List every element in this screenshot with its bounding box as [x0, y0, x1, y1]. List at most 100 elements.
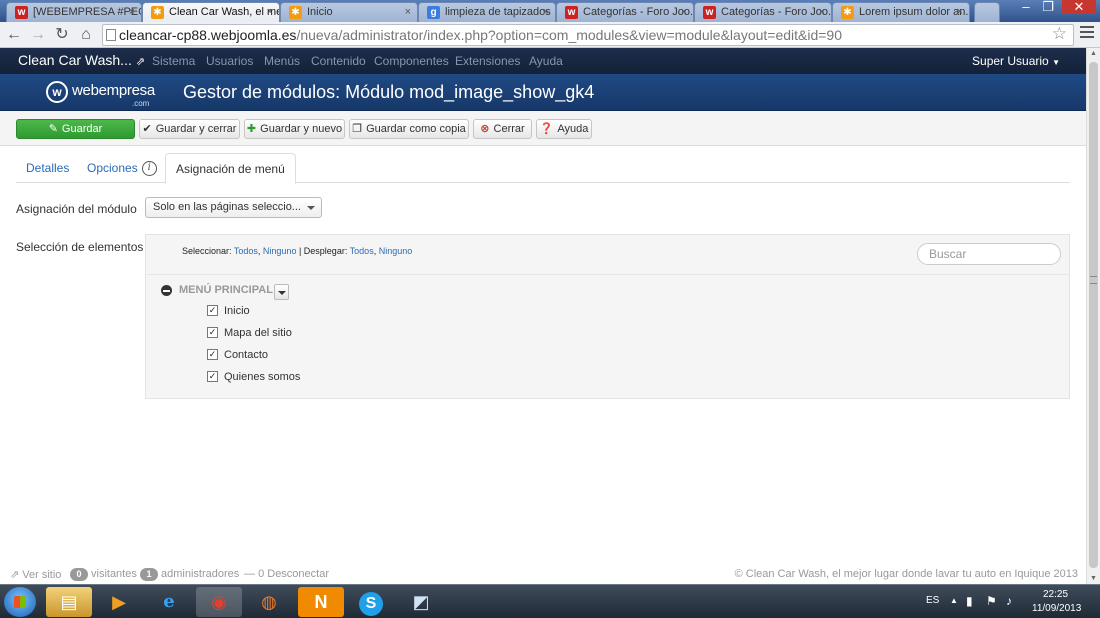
module-assignment-select[interactable]: Solo en las páginas seleccio...: [145, 197, 322, 218]
ie-taskbar-icon[interactable]: e: [146, 587, 192, 617]
save-close-button[interactable]: ✔ Guardar y cerrar: [139, 119, 240, 139]
close-tab-icon[interactable]: ×: [819, 3, 825, 21]
volume-icon[interactable]: ♪: [1006, 594, 1012, 608]
select-all-link[interactable]: Todos: [234, 246, 258, 256]
nav-item-usuarios[interactable]: Usuarios: [206, 54, 253, 68]
collapse-icon[interactable]: [161, 285, 172, 296]
browser-tab-label: Inicio: [307, 6, 333, 18]
external-link-icon: ⇗: [135, 56, 145, 68]
save-new-button[interactable]: ✚ Guardar y nuevo: [244, 119, 345, 139]
webempresa-favicon-icon: w: [703, 6, 716, 19]
new-tab-button[interactable]: [974, 2, 1000, 22]
chevron-down-icon: [307, 206, 315, 210]
browser-tab-strip: w [WEBEMPRESA #PEG... × ✱ Clean Car Wash…: [0, 0, 1100, 22]
logout-link[interactable]: — 0 Desconectar: [244, 568, 329, 580]
info-icon: i: [141, 161, 157, 177]
flag-icon[interactable]: ⚑: [986, 594, 997, 608]
save-button[interactable]: ✎ Guardar: [16, 119, 135, 139]
expand-none-link[interactable]: Ninguno: [379, 246, 413, 256]
expand-all-link[interactable]: Todos: [350, 246, 374, 256]
browser-tab-label: limpieza de tapizados: [445, 6, 551, 18]
select-none-link[interactable]: Ninguno: [263, 246, 297, 256]
scroll-down-arrow-icon[interactable]: ▼: [1090, 575, 1097, 582]
browser-toolbar: ← → ↻ ⌂ cleancar-cp88.webjoomla.es/nueva…: [0, 22, 1100, 48]
close-button[interactable]: ⊗ Cerrar: [473, 119, 532, 139]
nav-item-extensiones[interactable]: Extensiones: [455, 54, 520, 68]
start-button[interactable]: [4, 587, 36, 617]
reload-icon[interactable]: ↻: [52, 25, 72, 45]
site-brand-link[interactable]: Clean Car Wash... ⇗: [18, 52, 145, 68]
chrome-taskbar-icon[interactable]: ◉: [196, 587, 242, 617]
caret-down-icon: ▼: [1052, 58, 1060, 67]
copy-icon: ❐: [352, 123, 363, 135]
close-tab-icon[interactable]: ×: [681, 3, 687, 21]
module-assignment-label: Asignación del módulo: [16, 202, 137, 216]
media-player-taskbar-icon[interactable]: ▶: [96, 587, 142, 617]
close-tab-icon[interactable]: ×: [129, 3, 135, 21]
browser-tab[interactable]: ✱ Inicio ×: [280, 2, 418, 22]
browser-tab-label: Categorías - Foro Joo...: [721, 6, 832, 18]
close-tab-icon[interactable]: ×: [957, 3, 963, 21]
browser-tab[interactable]: w Categorías - Foro Joo... ×: [556, 2, 694, 22]
user-menu[interactable]: Super Usuario ▼: [972, 54, 1060, 68]
scroll-up-arrow-icon[interactable]: ▲: [1090, 50, 1097, 57]
network-icon[interactable]: ▮: [966, 594, 973, 608]
back-arrow-icon[interactable]: ←: [4, 25, 24, 45]
page-header: w webempresa .com Gestor de módulos: Mód…: [0, 74, 1086, 111]
minimize-window-icon[interactable]: –: [1014, 0, 1038, 14]
browser-tab[interactable]: ✱ Lorem ipsum dolor an... ×: [832, 2, 970, 22]
search-input[interactable]: Buscar: [917, 243, 1061, 265]
language-indicator[interactable]: ES: [926, 595, 939, 606]
edit-icon: ✎: [48, 123, 58, 135]
tab-details[interactable]: Detalles: [16, 153, 79, 183]
browser-tab-label: Lorem ipsum dolor an...: [859, 6, 970, 18]
firefox-taskbar-icon[interactable]: ◍: [246, 587, 292, 617]
clock-time[interactable]: 22:25: [1043, 589, 1068, 600]
tab-menu-assignment[interactable]: Asignación de menú: [165, 153, 296, 184]
checkbox[interactable]: ✓: [207, 305, 218, 316]
n-app-taskbar-icon[interactable]: N: [298, 587, 344, 617]
selection-controls: Seleccionar: Todos, Ninguno | Desplegar:…: [182, 246, 413, 256]
nav-item-ayuda[interactable]: Ayuda: [529, 54, 563, 68]
browser-tab[interactable]: g limpieza de tapizados ×: [418, 2, 556, 22]
browser-tab[interactable]: w Categorías - Foro Joo... ×: [694, 2, 832, 22]
skype-taskbar-icon[interactable]: S: [348, 587, 394, 617]
checkbox[interactable]: ✓: [207, 327, 218, 338]
scrollbar-thumb[interactable]: [1089, 62, 1098, 568]
tab-options[interactable]: Opciones i: [77, 153, 167, 183]
close-tab-icon[interactable]: ×: [267, 3, 273, 21]
close-tab-icon[interactable]: ×: [405, 3, 411, 21]
browser-menu-icon[interactable]: [1080, 26, 1094, 42]
maximize-window-icon[interactable]: ❐: [1036, 0, 1060, 14]
browser-tab-active[interactable]: ✱ Clean Car Wash, el me... ×: [142, 2, 280, 22]
question-icon: ❓: [539, 123, 554, 135]
page-title: Gestor de módulos: Módulo mod_image_show…: [183, 82, 595, 102]
nav-item-contenido[interactable]: Contenido: [311, 54, 366, 68]
bookmark-star-icon[interactable]: ☆: [1052, 24, 1067, 44]
nav-item-sistema[interactable]: Sistema: [152, 54, 195, 68]
tray-arrow-icon[interactable]: ▲: [950, 596, 958, 605]
app-taskbar-icon[interactable]: ◩: [398, 587, 444, 617]
grip-icon: [1090, 276, 1097, 284]
view-site-link[interactable]: ⇗ Ver sitio: [10, 568, 61, 581]
nav-item-menus[interactable]: Menús: [264, 54, 300, 68]
joomla-favicon-icon: ✱: [841, 6, 854, 19]
nav-item-componentes[interactable]: Componentes: [374, 54, 449, 68]
checkbox[interactable]: ✓: [207, 371, 218, 382]
help-button[interactable]: ❓ Ayuda: [536, 119, 592, 139]
status-footer: ⇗ Ver sitio 0 visitantes 1 administradores…: [0, 566, 1086, 584]
forward-arrow-icon[interactable]: →: [28, 25, 48, 45]
home-icon[interactable]: ⌂: [76, 25, 96, 45]
close-window-icon[interactable]: ✕: [1062, 0, 1096, 14]
checkbox[interactable]: ✓: [207, 349, 218, 360]
url-bar[interactable]: cleancar-cp88.webjoomla.es/nueva/adminis…: [102, 24, 1074, 46]
clock-date[interactable]: 11/09/2013: [1032, 603, 1081, 614]
module-tabs: Detalles Opciones i Asignación de menú: [16, 153, 1070, 184]
close-tab-icon[interactable]: ×: [543, 3, 549, 21]
browser-tab[interactable]: w [WEBEMPRESA #PEG... ×: [6, 2, 142, 22]
plus-icon: ✚: [246, 123, 257, 135]
vertical-scrollbar[interactable]: ▲ ▼: [1086, 48, 1100, 584]
menu-group-dropdown-button[interactable]: [274, 284, 289, 300]
explorer-taskbar-icon[interactable]: ▤: [46, 587, 92, 617]
save-copy-button[interactable]: ❐ Guardar como copia: [349, 119, 469, 139]
